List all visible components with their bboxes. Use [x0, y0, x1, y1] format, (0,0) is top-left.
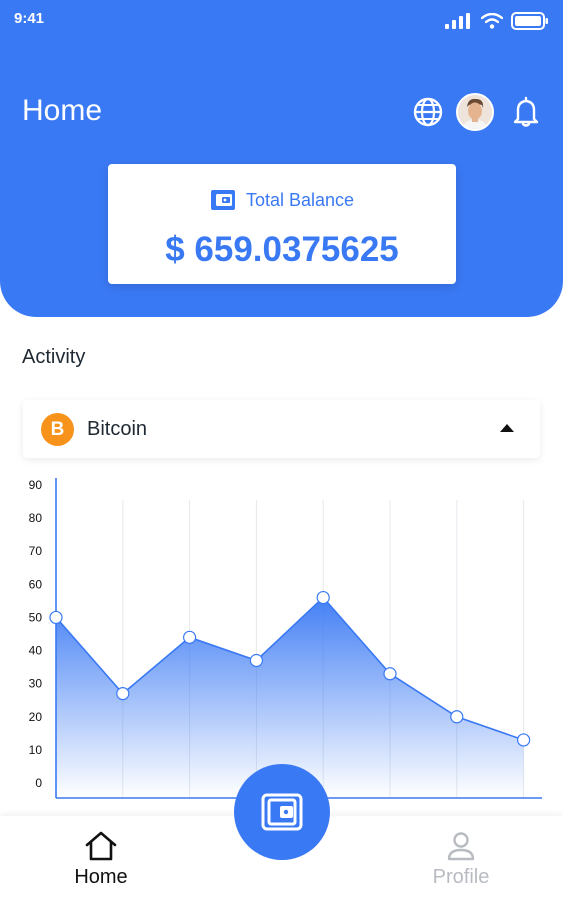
avatar-image: [458, 95, 492, 129]
nav-profile-label: Profile: [432, 866, 490, 888]
data-point[interactable]: [249, 653, 263, 668]
bitcoin-icon: B: [41, 413, 74, 446]
data-point[interactable]: [49, 610, 63, 625]
header-actions: [408, 92, 546, 132]
nav-home-label: Home: [74, 866, 128, 888]
notifications-button[interactable]: [506, 92, 546, 132]
y-tick-label: 50: [29, 610, 43, 624]
signal-icon: [445, 13, 470, 29]
y-tick-label: 0: [35, 776, 42, 790]
y-tick-label: 80: [29, 511, 43, 525]
y-tick-label: 30: [29, 677, 43, 691]
balance-label-row: Total Balance: [108, 188, 456, 212]
globe-icon: [413, 97, 443, 127]
battery-icon: [511, 12, 548, 30]
coin-dropdown[interactable]: B Bitcoin: [23, 400, 540, 458]
data-point[interactable]: [383, 667, 397, 681]
wallet-icon: [210, 190, 235, 210]
wallet-icon: [261, 793, 303, 831]
balance-value: $ 659.0375625: [165, 230, 399, 269]
language-button[interactable]: [408, 92, 448, 132]
y-tick-label: 90: [29, 478, 43, 492]
page-title: Home: [22, 94, 103, 127]
status-bar: 9:41: [0, 0, 563, 44]
coin-name: Bitcoin: [87, 418, 148, 440]
home-icon: [85, 831, 117, 861]
caret-up-icon: [500, 424, 514, 432]
wifi-icon: [481, 13, 503, 29]
data-point[interactable]: [450, 710, 464, 724]
avatar[interactable]: [456, 93, 494, 131]
y-tick-label: 10: [29, 743, 43, 757]
bell-icon: [513, 96, 539, 127]
nav-profile[interactable]: Profile: [406, 830, 516, 894]
data-point[interactable]: [116, 687, 130, 701]
y-tick-label: 70: [29, 544, 43, 558]
y-tick-label: 40: [29, 644, 43, 658]
coin-symbol: B: [50, 418, 65, 440]
data-point[interactable]: [183, 630, 197, 644]
balance-label: Total Balance: [245, 189, 355, 210]
status-time: 9:41: [14, 10, 45, 27]
user-icon: [447, 832, 475, 861]
wallet-fab-button[interactable]: [234, 764, 330, 860]
y-tick-label: 60: [29, 577, 43, 591]
data-point[interactable]: [516, 733, 531, 747]
y-tick-label: 20: [29, 710, 43, 724]
balance-card: Total Balance $ 659.0375625: [108, 164, 456, 284]
activity-chart: 0 10 20 30 40 50 60 70 80 90: [29, 478, 542, 799]
data-point[interactable]: [316, 590, 330, 605]
header: 9:41 Home Total Balance $ 659.0375625: [0, 0, 563, 317]
status-icons: [445, 11, 549, 31]
nav-home[interactable]: Home: [46, 830, 156, 894]
activity-title: Activity: [22, 346, 86, 368]
